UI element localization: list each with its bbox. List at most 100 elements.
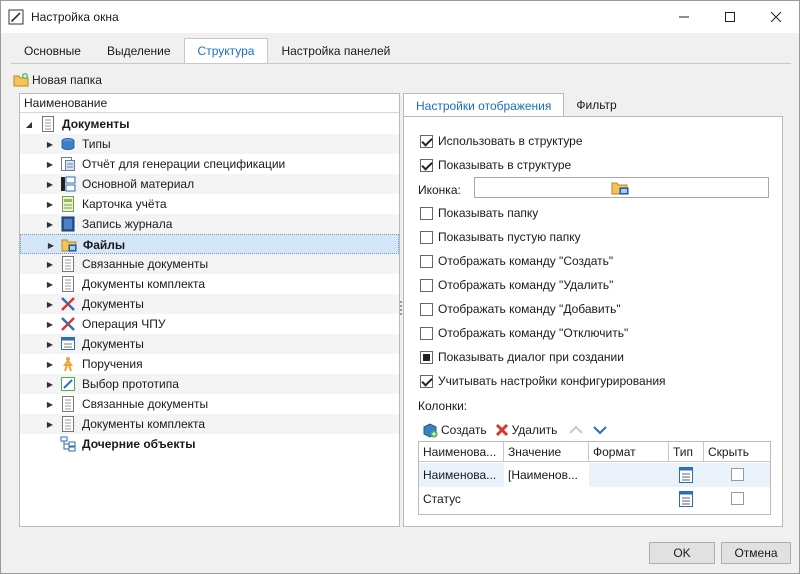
tree-item[interactable]: ▶ Типы [20,134,399,154]
grid-cell-format[interactable] [589,487,669,511]
tree-item[interactable]: ▶ Поручения [20,354,399,374]
hide-checkbox[interactable] [731,468,744,481]
show-in-structure-checkbox[interactable] [420,158,433,172]
table-row[interactable]: Статус [419,487,770,511]
type-icon[interactable] [679,467,693,483]
expand-icon[interactable]: ▶ [46,359,54,369]
use-in-structure-option[interactable]: Использовать в структуре [420,134,583,148]
card-icon [62,196,74,212]
delete-column-button[interactable]: Удалить [495,423,557,437]
table-row[interactable]: Наименова... [Наименов... [419,463,770,487]
tree-item-label: Типы [82,137,111,151]
cmd-disable-checkbox[interactable] [420,326,433,340]
show-empty-folder-option[interactable]: Показывать пустую папку [420,230,581,244]
show-dialog-checkbox[interactable] [420,350,433,364]
expand-icon[interactable]: ▶ [46,339,54,349]
cmd-disable-option[interactable]: Отображать команду "Отключить" [420,326,628,340]
expand-icon[interactable]: ▶ [46,159,54,169]
expand-icon[interactable]: ▶ [46,319,54,329]
tree-item[interactable]: ▶ Выбор прототипа [20,374,399,394]
expand-icon[interactable]: ▶ [46,139,54,149]
show-dialog-label: Показывать диалог при создании [438,350,624,364]
expand-icon[interactable]: ▶ [46,219,54,229]
tree-item[interactable]: ▶ Связанные документы [20,254,399,274]
grid-cell-format[interactable] [589,463,669,487]
tree-item[interactable]: ▶ Операция ЧПУ [20,314,399,334]
grid-header-format[interactable]: Формат [589,442,669,462]
minimize-button[interactable] [661,1,707,33]
new-folder-button[interactable]: Новая папка [13,72,102,88]
expand-icon[interactable]: ▶ [46,279,54,289]
expand-icon[interactable]: ▶ [46,419,54,429]
cancel-button[interactable]: Отмена [721,542,791,564]
use-config-option[interactable]: Учитывать настройки конфигурирования [420,374,666,388]
grid-cell-value[interactable] [504,487,589,511]
tree-item-label: Документы комплекта [82,417,206,431]
move-down-icon[interactable] [593,425,608,435]
show-dialog-option[interactable]: Показывать диалог при создании [420,350,624,364]
tree-item-label: Операция ЧПУ [82,317,166,331]
collapse-icon[interactable]: ◢ [25,119,33,129]
panel-splitter[interactable] [400,301,402,319]
tab-panels[interactable]: Настройка панелей [268,39,403,63]
expand-icon[interactable]: ▶ [46,399,54,409]
show-folder-checkbox[interactable] [420,206,433,220]
use-in-structure-checkbox[interactable] [420,134,433,148]
tab-selection[interactable]: Выделение [94,39,184,63]
tree-item[interactable]: ▶ Документы комплекта [20,414,399,434]
ok-button[interactable]: OK [649,542,715,564]
cmd-add-option[interactable]: Отображать команду "Добавить" [420,302,621,316]
tree-item[interactable]: ▶ Запись журнала [20,214,399,234]
tree-item[interactable]: ▶ Отчёт для генерации спецификации [20,154,399,174]
settings-window: Настройка окна Основные Выделение Структ… [0,0,800,574]
cmd-delete-option[interactable]: Отображать команду "Удалить" [420,278,613,292]
grid-cell-value[interactable]: [Наименов... [504,463,589,487]
tree-item[interactable]: ◢ Документы [20,114,399,134]
show-empty-folder-checkbox[interactable] [420,230,433,244]
show-folder-label: Показывать папку [438,206,539,220]
move-up-icon[interactable] [569,425,584,435]
tab-general[interactable]: Основные [11,39,94,63]
tree-item[interactable]: ▶ Документы комплекта [20,274,399,294]
window-title: Настройка окна [31,10,119,24]
expand-icon[interactable]: ▶ [46,299,54,309]
show-in-structure-option[interactable]: Показывать в структуре [420,158,571,172]
tree-item[interactable]: ▶ Файлы [20,234,399,254]
expand-icon[interactable]: ▶ [46,199,54,209]
icon-picker-field[interactable] [474,177,769,198]
expand-icon[interactable]: ▶ [46,179,54,189]
use-config-checkbox[interactable] [420,374,433,388]
folder-icon [61,239,77,252]
grid-header-value[interactable]: Значение [504,442,589,462]
type-icon[interactable] [679,491,693,507]
show-folder-option[interactable]: Показывать папку [420,206,538,220]
tree-item[interactable]: ▶ Основной материал [20,174,399,194]
expand-icon[interactable]: ▶ [46,379,54,389]
hide-checkbox[interactable] [731,492,744,505]
close-button[interactable] [753,1,799,33]
tab-display-settings[interactable]: Настройки отображения [403,93,565,117]
tree-item-label: Документы [62,117,130,131]
cmd-create-option[interactable]: Отображать команду "Создать" [420,254,613,268]
tab-filter[interactable]: Фильтр [564,93,628,117]
tree-item-label: Карточка учёта [82,197,167,211]
tree-item-label: Дочерние объекты [82,437,196,451]
tree-item[interactable]: ▶ Документы [20,334,399,354]
expand-icon[interactable]: ▶ [46,259,54,269]
tab-structure[interactable]: Структура [183,38,269,64]
maximize-button[interactable] [707,1,753,33]
cmd-add-checkbox[interactable] [420,302,433,316]
tree-item[interactable]: ▶ Связанные документы [20,394,399,414]
tree-item-label: Поручения [82,357,143,371]
grid-header-hide[interactable]: Скрыть [704,442,770,462]
create-column-button[interactable]: Создать [422,422,487,438]
expand-icon[interactable]: ▶ [47,240,55,250]
tree-item[interactable]: ▶ Документы [20,294,399,314]
grid-header-name[interactable]: Наименова... [419,442,504,462]
edit-icon [61,377,75,391]
tree-item[interactable]: Дочерние объекты [20,434,399,454]
cmd-delete-checkbox[interactable] [420,278,433,292]
tree-item[interactable]: ▶ Карточка учёта [20,194,399,214]
grid-header-type[interactable]: Тип [669,442,704,462]
cmd-create-checkbox[interactable] [420,254,433,268]
